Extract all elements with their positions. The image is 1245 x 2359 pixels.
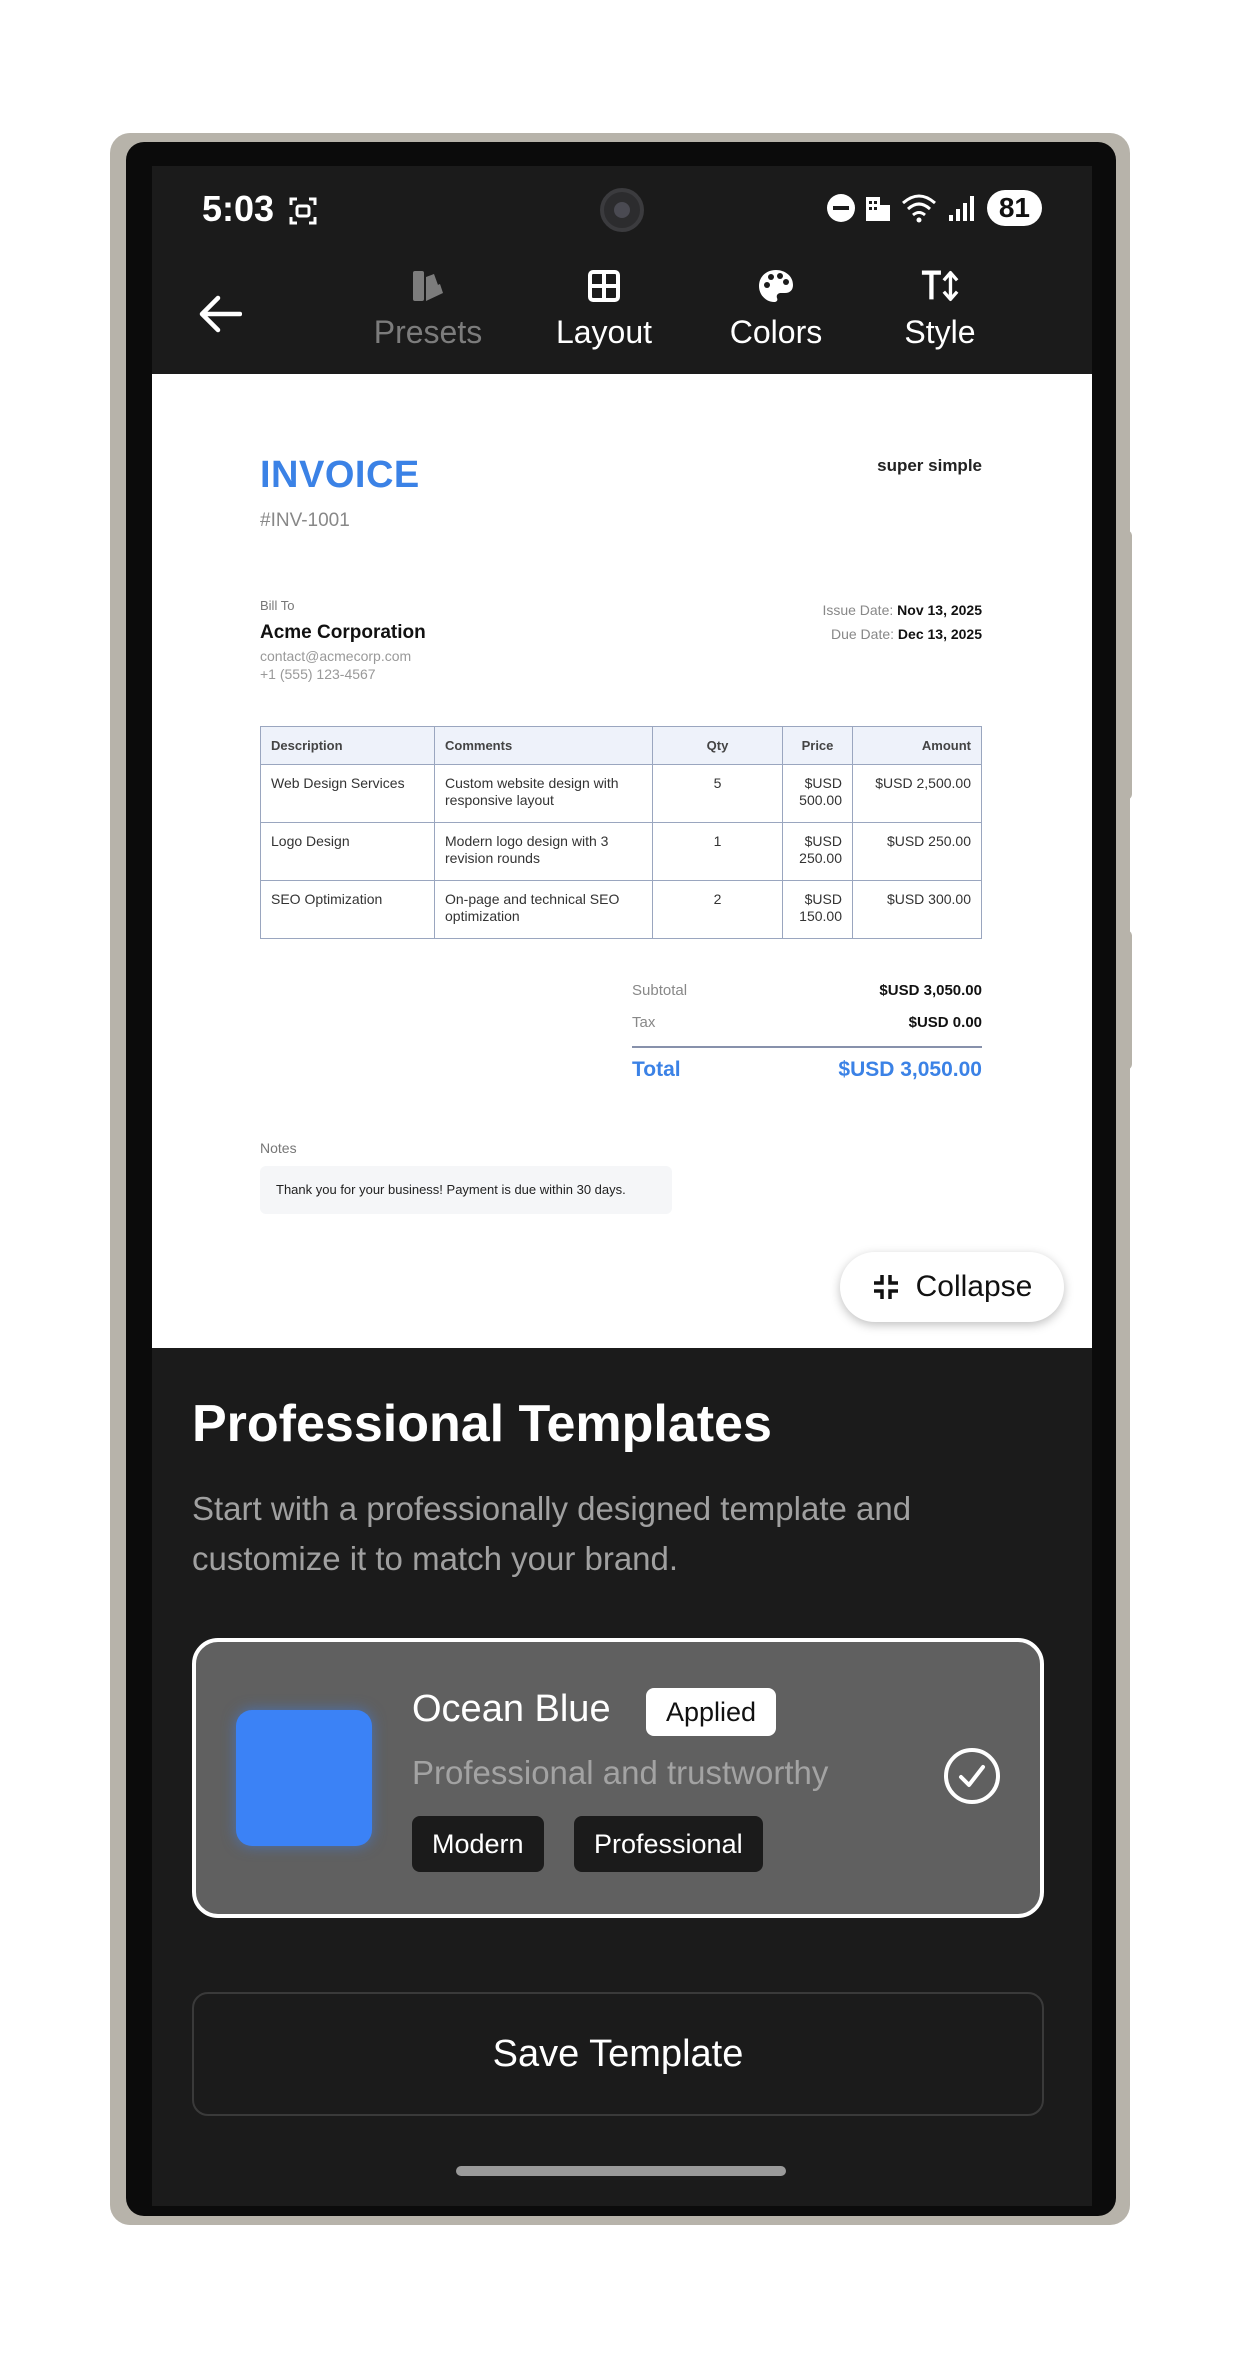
power-button <box>1124 930 1132 1070</box>
item-description: SEO Optimization <box>260 880 435 939</box>
total-row: Total $USD 3,050.00 <box>632 1058 982 1082</box>
subtotal-value: $USD 3,050.00 <box>879 981 982 999</box>
template-subtitle: Professional and trustworthy <box>412 1754 829 1791</box>
client-phone: +1 (555) 123-4567 <box>260 666 376 682</box>
template-tag: Modern <box>412 1816 544 1872</box>
due-date-label: Due Date: <box>830 626 895 642</box>
save-template-button[interactable]: Save Template <box>192 1992 1044 2116</box>
tax-value: $USD 0.00 <box>908 1013 982 1031</box>
template-color-swatch <box>236 1710 372 1846</box>
due-date: Dec 13, 2025 <box>897 626 982 642</box>
tab-label: Style <box>904 314 976 350</box>
screen-record-icon <box>289 197 317 225</box>
applied-badge: Applied <box>646 1688 777 1736</box>
tax-row: Tax $USD 0.00 <box>632 1006 982 1038</box>
column-header: Description <box>260 726 435 765</box>
template-name: Ocean Blue <box>412 1688 611 1730</box>
home-indicator[interactable] <box>456 2166 786 2176</box>
issue-date-label: Issue Date: <box>822 602 894 618</box>
item-amount: $USD 300.00 <box>852 880 982 939</box>
notes-text: Thank you for your business! Payment is … <box>260 1166 672 1214</box>
tab-label: Layout <box>555 314 653 350</box>
issue-date: Nov 13, 2025 <box>897 602 982 618</box>
item-description: Web Design Services <box>260 764 435 823</box>
column-header: Amount <box>852 726 982 765</box>
invoice-number: #INV-1001 <box>260 510 350 531</box>
tab-colors[interactable]: Colors <box>722 266 830 366</box>
signal-icon <box>948 196 974 221</box>
arrow-left-icon <box>199 295 242 333</box>
item-qty: 5 <box>652 764 783 823</box>
total-label: Total <box>632 1058 681 1081</box>
template-card-ocean-blue[interactable]: Ocean Blue Applied Professional and trus… <box>192 1638 1044 1918</box>
item-qty: 2 <box>652 880 783 939</box>
table-header: Description Comments Qty Price Amount <box>260 726 982 765</box>
line-items-table: Description Comments Qty Price Amount We… <box>260 726 982 939</box>
invoice-preview: INVOICE #INV-1001 super simple Bill To A… <box>152 374 1092 1348</box>
item-amount: $USD 250.00 <box>852 822 982 881</box>
collapse-button[interactable]: Collapse <box>840 1252 1064 1322</box>
collapse-label: Collapse <box>915 1270 1033 1303</box>
invoice-dates: Issue Date: Nov 13, 2025 Due Date: Dec 1… <box>822 598 982 646</box>
tab-style[interactable]: Style <box>892 266 988 366</box>
issue-date-row: Issue Date: Nov 13, 2025 <box>822 598 982 622</box>
client-email: contact@acmecorp.com <box>260 648 412 664</box>
item-description: Logo Design <box>260 822 435 881</box>
template-tag: Professional <box>574 1816 763 1872</box>
front-camera <box>600 188 644 232</box>
table-row: SEO Optimization On-page and technical S… <box>260 880 982 939</box>
do-not-disturb-icon <box>826 194 855 222</box>
tab-presets[interactable]: Presets <box>366 266 490 366</box>
back-button[interactable] <box>194 288 246 340</box>
bill-to-label: Bill To <box>260 598 295 613</box>
sheet-title: Professional Templates <box>192 1395 772 1453</box>
item-amount: $USD 2,500.00 <box>852 764 982 823</box>
item-price: $USD 500.00 <box>782 764 853 823</box>
client-name: Acme Corporation <box>260 622 426 643</box>
column-header: Price <box>782 726 853 765</box>
battery-level: 81 <box>986 190 1042 226</box>
subtotal-row: Subtotal $USD 3,050.00 <box>632 974 982 1006</box>
item-price: $USD 250.00 <box>782 822 853 881</box>
notes-label: Notes <box>260 1140 297 1156</box>
totals-divider <box>632 1046 982 1048</box>
item-comments: On-page and technical SEO optimization <box>434 880 653 939</box>
table-row: Logo Design Modern logo design with 3 re… <box>260 822 982 881</box>
subtotal-label: Subtotal <box>632 981 688 999</box>
company-name: super simple <box>877 456 982 475</box>
status-bar: 5:03 81 <box>152 166 1092 258</box>
status-icons: 81 <box>826 190 1042 226</box>
table-row: Web Design Services Custom website desig… <box>260 764 982 823</box>
wifi-icon <box>901 194 936 223</box>
building-icon <box>865 197 890 221</box>
volume-button <box>1124 530 1132 800</box>
status-time: 5:03 <box>202 188 275 229</box>
invoice-title: INVOICE <box>260 454 420 496</box>
tab-layout[interactable]: Layout <box>548 266 660 366</box>
total-value: $USD 3,050.00 <box>838 1058 982 1081</box>
text-size-icon <box>920 266 960 306</box>
invoice-totals: Subtotal $USD 3,050.00 Tax $USD 0.00 Tot… <box>632 974 982 1082</box>
tab-label: Colors <box>729 314 823 350</box>
check-circle-icon <box>944 1748 1000 1804</box>
item-price: $USD 150.00 <box>782 880 853 939</box>
column-header: Comments <box>434 726 653 765</box>
item-comments: Custom website design with responsive la… <box>434 764 653 823</box>
tax-label: Tax <box>632 1013 656 1031</box>
swatch-book-icon <box>408 266 448 306</box>
sheet-description: Start with a professionally designed tem… <box>192 1490 912 1577</box>
palette-icon <box>756 266 796 306</box>
editor-toolbar: Presets Layout Colors Style <box>152 258 1092 374</box>
phone-screen: 5:03 81 Presets Layout Colors Style INVO… <box>152 166 1092 2206</box>
collapse-icon <box>873 1275 898 1299</box>
item-comments: Modern logo design with 3 revision round… <box>434 822 653 881</box>
column-header: Qty <box>652 726 783 765</box>
item-qty: 1 <box>652 822 783 881</box>
tab-label: Presets <box>373 314 483 350</box>
layout-grid-icon <box>584 266 624 306</box>
due-date-row: Due Date: Dec 13, 2025 <box>822 622 982 646</box>
